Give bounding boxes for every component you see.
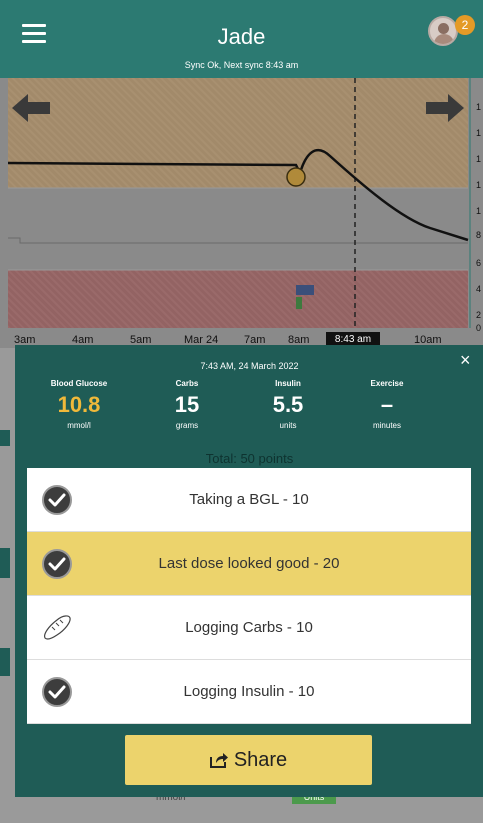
metric-exercise: Exercise – minutes [342,379,432,430]
metric-insulin: Insulin 5.5 units [243,379,333,430]
glucose-chart: 1 1 1 1 1 8 6 4 2 0 3am 4am 5am Mar 24 7… [0,78,483,348]
list-item-label: Logging Carbs - 10 [185,619,313,636]
y-tick: 1 [476,128,482,138]
y-tick: 2 [476,310,482,320]
sync-status: Sync Ok, Next sync 8:43 am [184,60,299,70]
list-item-label: Logging Insulin - 10 [183,683,315,700]
check-circle-icon [42,485,72,515]
list-item[interactable]: Taking a BGL - 10 [27,468,471,532]
metric-label: Blood Glucose [50,379,108,388]
next-day-arrow-icon[interactable] [424,94,464,122]
previous-day-arrow-icon[interactable] [12,94,52,122]
check-circle-icon [42,549,72,579]
background-strip [0,430,10,446]
background-strip [0,648,10,676]
y-tick: 6 [476,258,482,268]
glucose-trend-line [7,149,469,242]
share-icon [209,753,228,768]
y-tick: 1 [476,206,482,216]
list-item-label: Last dose looked good - 20 [158,555,340,572]
total-points: Total: 50 points [205,451,294,466]
share-button[interactable]: Share [125,735,372,785]
check-circle-icon [42,677,72,707]
app-header: Jade Sync Ok, Next sync 8:43 am 2 [0,0,483,78]
list-item-label: Taking a BGL - 10 [189,491,309,508]
y-tick: 8 [476,230,482,240]
y-tick: 4 [476,284,482,294]
metric-label: Exercise [370,379,404,388]
list-item[interactable]: Logging Carbs - 10 [27,596,471,660]
points-list: Taking a BGL - 10 Last dose looked good … [27,468,471,724]
y-tick: 1 [476,154,482,164]
y-tick: 1 [476,180,482,190]
avatar[interactable] [428,16,458,46]
background-strip [0,548,10,578]
chart-lines [7,78,471,328]
metric-blood-glucose: Blood Glucose 10.8 mmol/l [34,379,124,430]
metric-value: – [380,392,394,417]
y-tick: 0 [476,323,482,333]
metric-unit: minutes [372,421,401,430]
notification-badge[interactable]: 2 [455,15,475,35]
page-title: Jade [217,24,266,49]
metric-carbs: Carbs 15 grams [142,379,232,430]
insulin-marker [296,285,314,295]
metric-value: 15 [174,392,200,417]
metric-unit: grams [175,421,199,430]
list-item[interactable]: Logging Insulin - 10 [27,660,471,724]
list-item[interactable]: Last dose looked good - 20 [27,532,471,596]
points-summary-dialog: × 7:43 AM, 24 March 2022 Blood Glucose 1… [15,345,483,797]
metric-label: Insulin [275,379,301,388]
share-button-label: Share [233,748,288,771]
y-tick: 1 [476,102,482,112]
metric-value: 5.5 [272,392,304,417]
metric-unit: mmol/l [67,421,91,430]
bread-icon [44,615,71,640]
metric-label: Carbs [175,379,199,388]
reading-datetime: 7:43 AM, 24 March 2022 [200,361,299,371]
selected-reading-marker [286,167,306,187]
metric-unit: units [279,421,297,430]
carbs-marker [296,297,302,309]
metric-value: 10.8 [57,392,101,417]
